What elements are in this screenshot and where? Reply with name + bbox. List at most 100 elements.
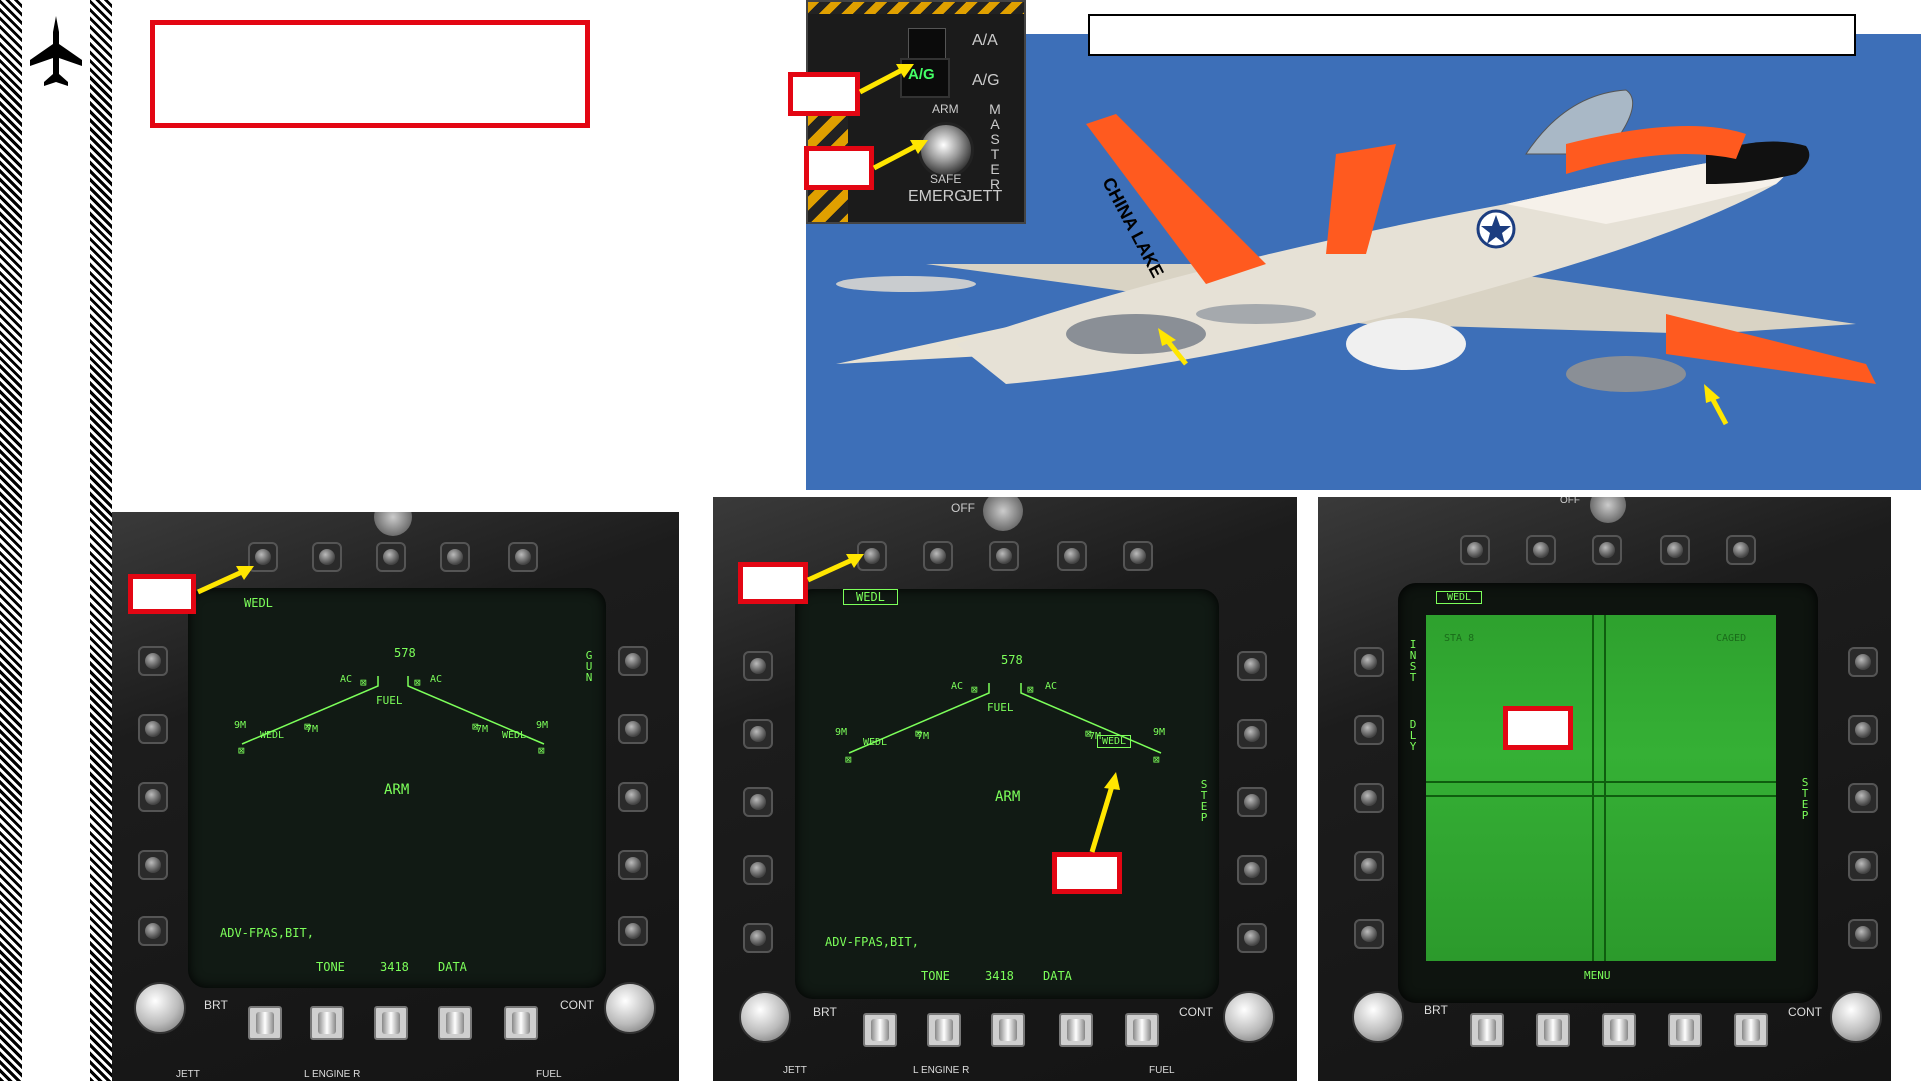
cont-label: CONT — [1179, 1005, 1213, 1019]
ddi-left-screen: WEDL 578 ⊠ ⊠ ⊠ ⊠ ⊠ ⊠ AC AC FUEL 9M 9M 7M… — [188, 588, 606, 988]
wedl-left: WEDL — [260, 730, 285, 741]
ddi-right: OFF WEDL INST DLY STEP STA 8 CAGED MENU … — [1318, 497, 1891, 1081]
osb-bottom-5[interactable] — [1125, 1013, 1159, 1047]
osb-right-2[interactable] — [1848, 715, 1878, 745]
osb-left-1[interactable] — [138, 646, 168, 676]
osb-bottom-3[interactable] — [991, 1013, 1025, 1047]
osb-top-1[interactable] — [1460, 535, 1490, 565]
osb-top-2[interactable] — [1526, 535, 1556, 565]
osb-right-3[interactable] — [1237, 787, 1267, 817]
osb-right-5[interactable] — [1848, 919, 1878, 949]
osb-top-5[interactable] — [1123, 541, 1153, 571]
nine-m-right: 9M — [1153, 727, 1166, 738]
osb-top-5[interactable] — [508, 542, 538, 572]
fuel-label: FUEL — [376, 694, 403, 707]
osb-right-5[interactable] — [1237, 923, 1267, 953]
osb-top-4[interactable] — [1057, 541, 1087, 571]
brt-knob[interactable] — [1352, 991, 1404, 1043]
osb-right-1[interactable] — [618, 646, 648, 676]
off-label: OFF — [1560, 497, 1580, 506]
cont-knob[interactable] — [1223, 991, 1275, 1043]
osb-top-2[interactable] — [923, 541, 953, 571]
osb-left-4[interactable] — [743, 855, 773, 885]
osb-bottom-4[interactable] — [1059, 1013, 1093, 1047]
osb-top-4[interactable] — [1660, 535, 1690, 565]
ac-right: AC — [430, 674, 443, 685]
bottom-fuel-label: FUEL — [536, 1069, 562, 1080]
ac-left: AC — [340, 674, 353, 685]
ddi-middle-callout-box-bottom — [1052, 852, 1122, 894]
osb-bottom-1[interactable] — [863, 1013, 897, 1047]
osb-left-4[interactable] — [1354, 851, 1384, 881]
osb-left-5[interactable] — [1354, 919, 1384, 949]
bottom-fuel-label: FUEL — [1149, 1065, 1175, 1076]
osb-bottom-5[interactable] — [504, 1006, 538, 1040]
osb-right-5[interactable] — [618, 916, 648, 946]
osb-right-2[interactable] — [618, 714, 648, 744]
ddi-left-off-knob[interactable] — [374, 512, 412, 536]
osb-left-5[interactable] — [138, 916, 168, 946]
osb-bottom-2[interactable] — [927, 1013, 961, 1047]
adv-line: ADV-FPAS,BIT, — [220, 926, 314, 940]
osb-right-2[interactable] — [1237, 719, 1267, 749]
ag-label: A/G — [972, 72, 1000, 89]
osb-right-4[interactable] — [1237, 855, 1267, 885]
osb-top-3[interactable] — [989, 541, 1019, 571]
osb-left-3[interactable] — [743, 787, 773, 817]
crosshair-vertical-2 — [1604, 615, 1606, 961]
osb-left-2[interactable] — [138, 714, 168, 744]
cont-label: CONT — [1788, 1005, 1822, 1019]
seven-m-right: 7M — [476, 724, 489, 735]
brt-knob[interactable] — [134, 982, 186, 1034]
cont-knob[interactable] — [604, 982, 656, 1034]
osb-right-1[interactable] — [1848, 647, 1878, 677]
osb-bottom-3[interactable] — [1602, 1013, 1636, 1047]
osb-left-2[interactable] — [743, 719, 773, 749]
osb-bottom-4[interactable] — [1668, 1013, 1702, 1047]
hazard-stripe — [808, 2, 1024, 14]
osb-left-3[interactable] — [1354, 783, 1384, 813]
cont-knob[interactable] — [1830, 991, 1882, 1043]
fuel-label: FUEL — [987, 701, 1014, 714]
osb-left-1[interactable] — [743, 651, 773, 681]
osb-bottom-4[interactable] — [438, 1006, 472, 1040]
osb-left-5[interactable] — [743, 923, 773, 953]
arm-status: ARM — [995, 789, 1021, 805]
osb-top-3[interactable] — [376, 542, 406, 572]
ddi-middle-off-knob[interactable] — [983, 497, 1023, 531]
ddi-left-callout-arrow — [196, 566, 254, 595]
osb-bottom-2[interactable] — [310, 1006, 344, 1040]
bottom-jett-label: JETT — [783, 1065, 807, 1076]
ddi-right-callout-box — [1503, 706, 1573, 750]
osb-bottom-5[interactable] — [1734, 1013, 1768, 1047]
osb-bottom-1[interactable] — [248, 1006, 282, 1040]
osb-top-2[interactable] — [312, 542, 342, 572]
caged-label: CAGED — [1716, 633, 1747, 644]
osb-bottom-3[interactable] — [374, 1006, 408, 1040]
osb-top-3[interactable] — [1592, 535, 1622, 565]
osb-right-1[interactable] — [1237, 651, 1267, 681]
osb-bottom-2[interactable] — [1536, 1013, 1570, 1047]
safe-label: SAFE — [930, 172, 962, 186]
osb-right-4[interactable] — [1848, 851, 1878, 881]
osb-left-1[interactable] — [1354, 647, 1384, 677]
osb-left-3[interactable] — [138, 782, 168, 812]
osb-bottom-1[interactable] — [1470, 1013, 1504, 1047]
seven-m-left: 7M — [917, 731, 930, 742]
osb-right-3[interactable] — [618, 782, 648, 812]
svg-text:⊠: ⊠ — [538, 744, 545, 757]
brt-label: BRT — [813, 1005, 837, 1019]
osb-top-5[interactable] — [1726, 535, 1756, 565]
ddi-right-off-knob[interactable] — [1590, 497, 1626, 523]
ag-callout-arrow — [858, 64, 914, 95]
bottom-engine-label: L ENGINE R — [304, 1069, 361, 1080]
osb-right-3[interactable] — [1848, 783, 1878, 813]
osb-left-2[interactable] — [1354, 715, 1384, 745]
side-label-gun: GUN — [585, 649, 593, 684]
osb-top-4[interactable] — [440, 542, 470, 572]
brt-knob[interactable] — [739, 991, 791, 1043]
osb-left-4[interactable] — [138, 850, 168, 880]
seeker-video: STA 8 CAGED — [1426, 615, 1776, 961]
osb-right-4[interactable] — [618, 850, 648, 880]
adv-line: ADV-FPAS,BIT, — [825, 935, 919, 949]
